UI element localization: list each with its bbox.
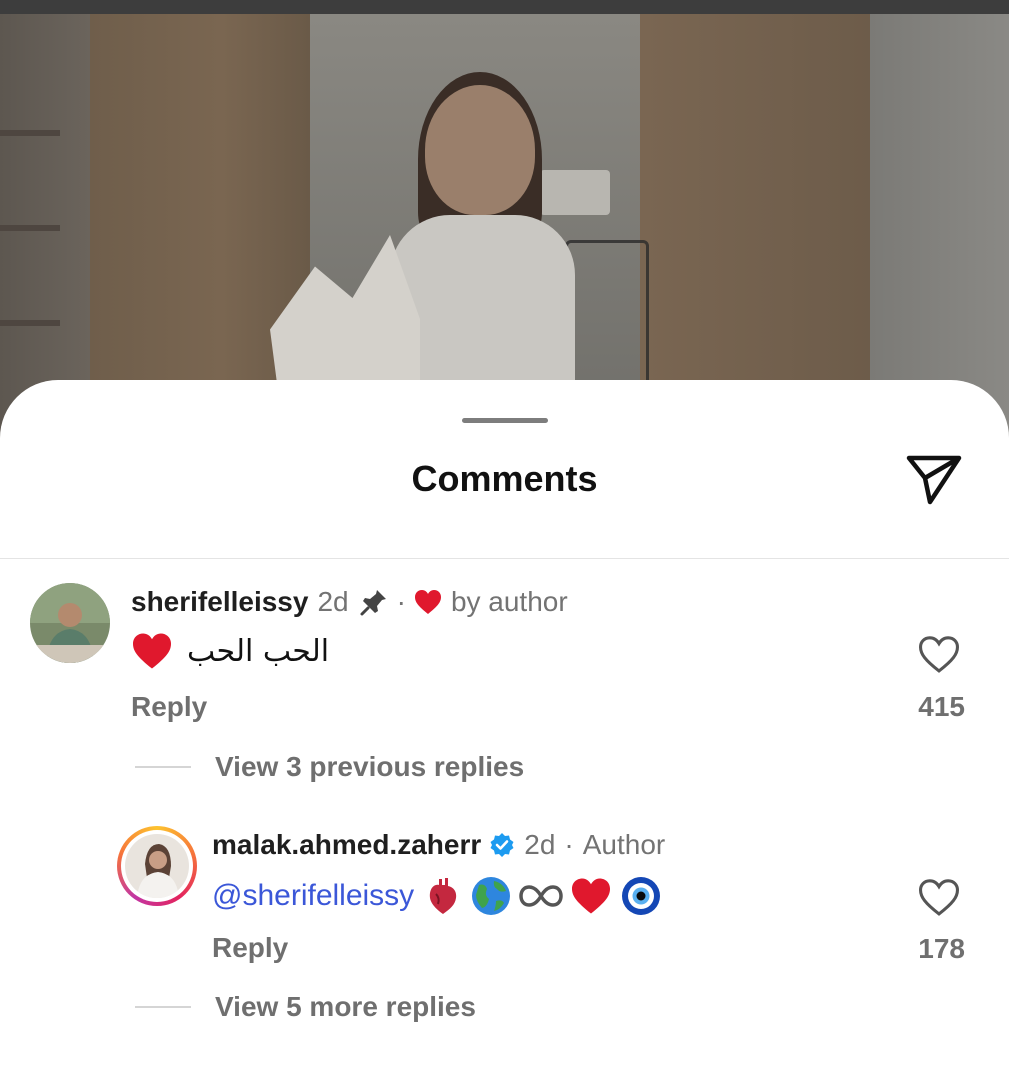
view-replies-button[interactable]: View 3 previous replies	[135, 751, 524, 783]
comment-time: 2d	[317, 586, 349, 617]
anatomical-heart-emoji-icon	[426, 876, 460, 916]
sheet-drag-handle[interactable]	[462, 418, 548, 423]
nazar-amulet-emoji-icon	[620, 875, 662, 917]
like-button[interactable]	[917, 634, 961, 674]
liked-by-author-label: by author	[450, 586, 568, 617]
like-button[interactable]	[917, 877, 961, 917]
comment-time: 2d	[524, 829, 556, 860]
author-label: Author	[582, 829, 666, 860]
infinity-icon	[518, 882, 564, 910]
mention-link[interactable]: @sherifelleissy	[212, 879, 414, 913]
like-count: 178	[918, 933, 965, 964]
header-divider	[0, 558, 1009, 559]
top-bar	[0, 0, 1009, 14]
comment-username[interactable]: sherifelleissy	[131, 586, 308, 618]
avatar[interactable]	[30, 583, 110, 663]
view-replies-label: View 5 more replies	[215, 991, 476, 1022]
verified-badge-icon	[489, 832, 515, 858]
reply-button[interactable]: Reply	[131, 691, 207, 723]
avatar-story-ring[interactable]	[117, 826, 197, 906]
post-photo-background	[0, 0, 1009, 440]
view-replies-button[interactable]: View 5 more replies	[135, 991, 476, 1023]
pin-icon	[359, 587, 389, 617]
sheet-title: Comments	[411, 458, 598, 499]
red-heart-emoji-icon	[131, 632, 173, 670]
globe-emoji-icon	[470, 875, 512, 917]
red-heart-emoji-icon	[570, 877, 612, 915]
send-icon	[904, 455, 964, 512]
like-count: 415	[918, 691, 965, 722]
heart-outline-icon	[917, 879, 961, 921]
avatar	[125, 834, 189, 898]
view-replies-label: View 3 previous replies	[215, 751, 525, 782]
author-liked-heart-icon	[414, 589, 442, 615]
heart-outline-icon	[917, 636, 961, 678]
comment-text: الحب الحب	[187, 633, 330, 669]
comments-sheet: Comments sherifelleissy 2d · by author ا…	[0, 380, 1009, 1080]
share-button[interactable]	[904, 452, 964, 508]
reply-button[interactable]: Reply	[212, 932, 288, 964]
comment-username[interactable]: malak.ahmed.zaherr	[212, 829, 481, 861]
